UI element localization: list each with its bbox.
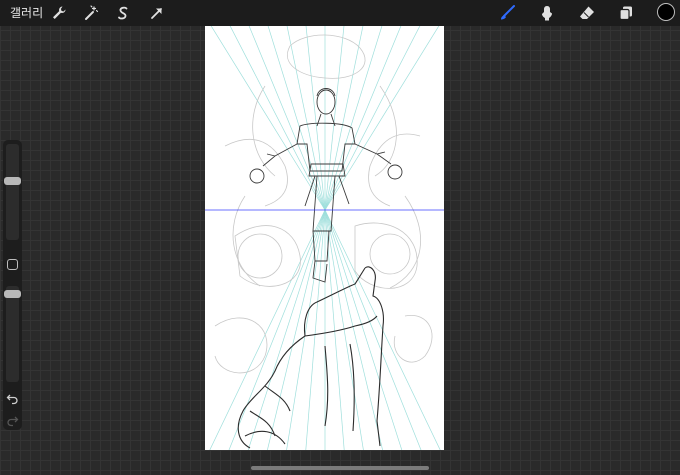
guide-line [229,26,326,211]
guide-line [210,26,326,211]
color-picker-button[interactable] [657,3,675,21]
guide-line [267,26,326,211]
top-toolbar: 갤러리 [0,0,680,26]
drawing-canvas[interactable] [205,26,444,450]
guide-line [324,209,364,450]
hand-sketch [237,266,384,449]
wrench-icon[interactable] [50,4,68,22]
guide-line [267,209,326,450]
brush-size-handle[interactable] [4,177,21,185]
guide-line [324,26,383,211]
figure-sketch [249,88,403,283]
guide-line [209,209,326,450]
magic-wand-icon[interactable] [82,4,100,22]
layers-icon[interactable] [617,4,635,22]
brush-size-slider[interactable] [4,144,21,240]
guide-line [286,26,326,211]
selection-icon[interactable] [114,4,132,22]
guide-line [324,209,403,450]
undo-icon[interactable] [6,392,19,405]
side-toolbar [3,140,22,430]
guide-line [324,209,441,450]
opacity-slider[interactable] [4,286,21,382]
guide-line [324,26,440,211]
guide-line [324,26,364,211]
opacity-handle[interactable] [4,290,21,298]
guide-line [324,26,421,211]
home-indicator [251,466,429,470]
redo-icon[interactable] [6,414,19,427]
smudge-icon[interactable] [538,4,556,22]
perspective-guides [209,26,441,450]
transform-arrow-icon[interactable] [148,4,166,22]
brush-icon[interactable] [498,4,516,22]
gallery-button[interactable]: 갤러리 [10,5,43,21]
modify-button[interactable] [7,259,18,270]
guide-line [247,209,326,450]
guide-line [324,26,402,211]
eraser-icon[interactable] [578,4,596,22]
